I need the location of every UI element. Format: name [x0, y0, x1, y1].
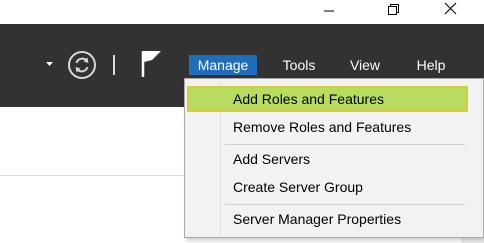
window-titlebar [0, 0, 484, 24]
menu-view[interactable]: View [342, 55, 388, 75]
menu-item-label: Add Roles and Features [233, 91, 384, 107]
close-button[interactable] [428, 0, 474, 22]
manage-dropdown-menu: Add Roles and Features Remove Roles and … [184, 78, 484, 238]
restore-button[interactable] [370, 0, 416, 22]
minimize-icon [324, 10, 334, 12]
menu-tools[interactable]: Tools [275, 55, 323, 75]
menu-separator [225, 204, 465, 205]
menu-item-add-roles-and-features[interactable]: Add Roles and Features [187, 86, 468, 112]
menu-separator [225, 144, 465, 145]
content-divider [0, 175, 190, 176]
menu-item-label: Remove Roles and Features [233, 119, 412, 135]
menu-item-label: Add Servers [233, 151, 311, 167]
notification-flag-icon[interactable] [140, 48, 164, 78]
menu-manage[interactable]: Manage [189, 55, 257, 75]
minimize-button[interactable] [306, 0, 352, 22]
toolbar-separator [113, 55, 115, 75]
menu-item-remove-roles-and-features[interactable]: Remove Roles and Features [187, 114, 468, 140]
dropdown-arrow-icon[interactable] [46, 62, 54, 68]
restore-icon [388, 4, 399, 15]
menu-item-add-servers[interactable]: Add Servers [187, 146, 468, 172]
menu-item-label: Create Server Group [233, 179, 363, 195]
menu-item-server-manager-properties[interactable]: Server Manager Properties [187, 206, 468, 232]
menu-help[interactable]: Help [407, 55, 455, 75]
menu-item-label: Server Manager Properties [233, 211, 402, 227]
menu-item-create-server-group[interactable]: Create Server Group [187, 174, 468, 200]
refresh-icon[interactable] [67, 50, 97, 80]
close-icon [444, 2, 457, 15]
